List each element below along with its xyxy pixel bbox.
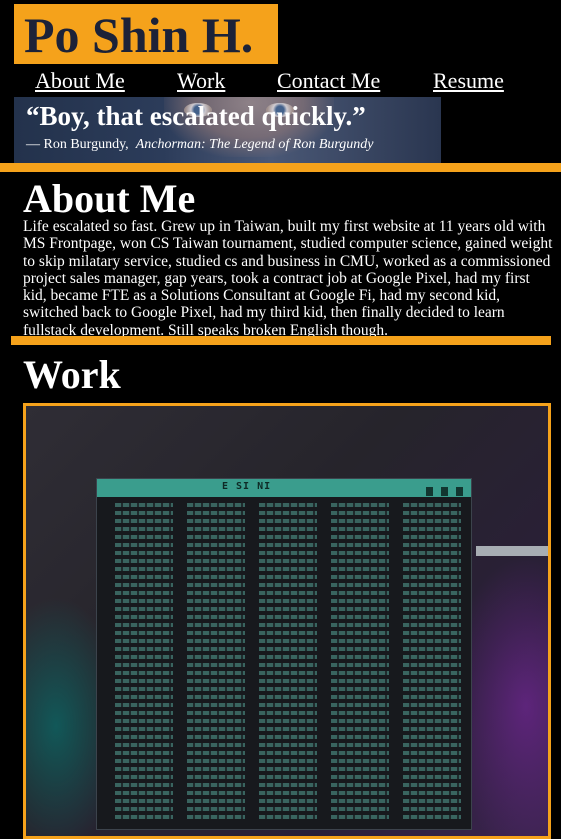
citation-source: Anchorman: The Legend of Ron Burgundy: [135, 137, 374, 152]
project-screenshot: E SI NI: [96, 478, 472, 830]
site-logo: Po Shin H.: [14, 4, 278, 64]
text-column: [115, 503, 173, 823]
work-heading: Work: [23, 352, 121, 397]
text-column: [259, 503, 317, 823]
background-stripe: [476, 546, 548, 556]
section-divider: [0, 163, 561, 172]
text-column: [187, 503, 245, 823]
screenshot-title-bar: E SI NI: [97, 479, 471, 497]
main-nav: About Me Work Contact Me Resume: [0, 66, 561, 96]
section-divider: [11, 336, 551, 345]
about-body: Life escalated so fast. Grew up in Taiwa…: [23, 218, 553, 339]
banner-quote: “Boy, that escalated quickly.”: [26, 101, 366, 131]
screenshot-title: E SI NI: [222, 481, 272, 492]
nav-about-me[interactable]: About Me: [35, 68, 125, 94]
work-project-image[interactable]: E SI NI: [23, 403, 551, 839]
screenshot-toolbar-icons: [418, 483, 463, 501]
about-heading: About Me: [23, 176, 196, 221]
text-column: [331, 503, 389, 823]
text-column: [403, 503, 461, 823]
nav-resume[interactable]: Resume: [433, 68, 504, 94]
nav-work[interactable]: Work: [177, 68, 225, 94]
site-title: Po Shin H.: [24, 7, 254, 63]
quote-banner: “Boy, that escalated quickly.” — Ron Bur…: [14, 97, 441, 163]
banner-citation: — Ron Burgundy, Anchorman: The Legend of…: [26, 137, 374, 153]
nav-contact-me[interactable]: Contact Me: [277, 68, 380, 94]
citation-author: — Ron Burgundy,: [26, 137, 129, 152]
